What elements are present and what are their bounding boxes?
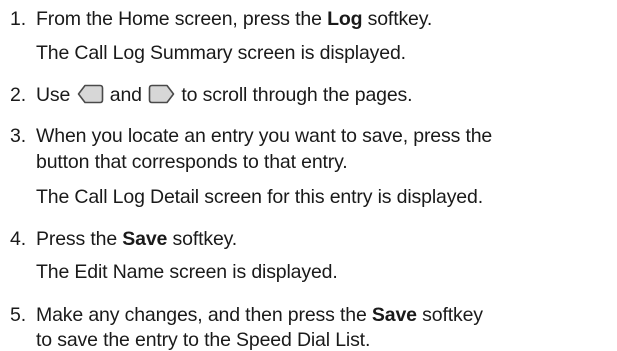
step-text-part: softkey [416,304,483,326]
step-number: 2. [10,84,26,106]
step-text-part: and [104,84,148,106]
step-text: Press the Save softkey. [36,228,237,250]
softkey-name: Log [327,8,363,30]
step-result: The Call Log Detail screen for this entr… [36,186,483,208]
step-text-part: to scroll through the pages. [176,84,413,106]
step-result: The Edit Name screen is displayed. [36,261,338,283]
softkey-name: Save [122,228,168,250]
step-result: The Call Log Summary screen is displayed… [36,42,406,64]
step-text-part: Make any changes, and then press the [36,304,372,326]
step-text: Make any changes, and then press the Sav… [36,304,483,326]
step-text-part: softkey. [362,8,433,30]
step-number: 4. [10,228,26,250]
step-text: When you locate an entry you want to sav… [36,125,493,147]
step-number: 3. [10,125,26,147]
step-text: Use and to scroll through the pages. [36,84,413,106]
left-arrow-key-icon [77,84,104,104]
step-text: button that corresponds to that entry. [36,151,348,173]
step-text-part: softkey. [167,228,238,250]
step-number: 5. [10,304,26,326]
step-text: From the Home screen, press the Log soft… [36,8,432,30]
step-text-part: Use [36,84,76,106]
step-text-part: From the Home screen, press the [36,8,328,30]
step-number: 1. [10,8,26,30]
step-text-part: Press the [36,228,123,250]
right-arrow-key-icon [148,84,175,104]
cropped-heading-remnant [190,0,470,4]
step-text: to save the entry to the Speed Dial List… [36,329,371,351]
softkey-name: Save [371,304,417,326]
